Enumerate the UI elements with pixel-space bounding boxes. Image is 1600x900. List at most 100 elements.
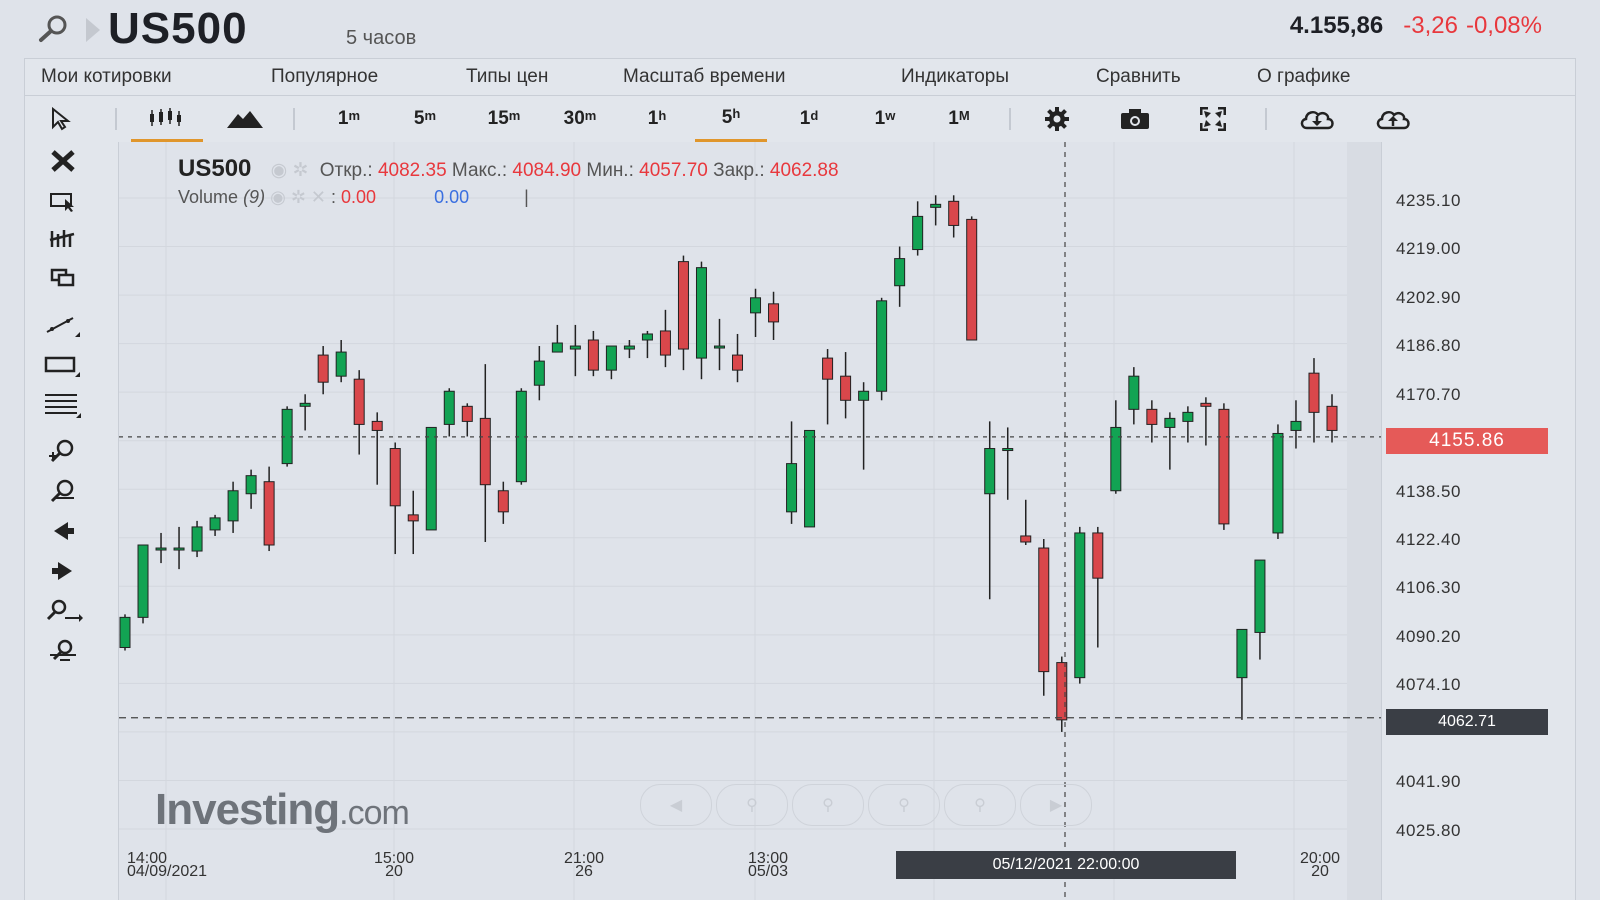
rectangle-icon xyxy=(44,356,80,377)
menu-my-quotes[interactable]: Мои котировки xyxy=(41,66,172,88)
candle-body xyxy=(1002,448,1014,452)
toolbar-divider xyxy=(1265,108,1267,130)
interval-1M-button[interactable]: 1M xyxy=(931,96,987,142)
scroll-left-button[interactable] xyxy=(43,516,83,546)
search-icon[interactable] xyxy=(36,14,70,44)
interval-1h-button[interactable]: 1h xyxy=(629,96,685,142)
nav-scroll-left-button[interactable]: ◀ xyxy=(640,784,712,826)
trend-tools-button[interactable] xyxy=(43,224,83,254)
open-value: 4082.35 xyxy=(377,160,447,181)
scroll-right-button[interactable] xyxy=(43,556,83,586)
nav-zoom-out-button[interactable]: ⚲ xyxy=(792,784,864,826)
interval-5h-button[interactable]: 5h xyxy=(695,96,767,142)
nav-scroll-right-button[interactable]: ▶ xyxy=(1020,784,1092,826)
area-chart-icon xyxy=(227,111,263,128)
interval-1d-button[interactable]: 1d xyxy=(781,96,837,142)
candle-body xyxy=(786,463,798,513)
area-chart-button[interactable] xyxy=(221,96,269,142)
settings-button[interactable] xyxy=(1035,96,1079,142)
eye-icon[interactable]: ◉ xyxy=(271,160,288,181)
interval-1M-num: 1 xyxy=(948,108,959,129)
chart-toolbar: 1m 5m 15 m 30 m 1h 5h 1d 1w 1M xyxy=(24,96,1576,142)
interval-5m-button[interactable]: 5m xyxy=(397,96,453,142)
candle-body xyxy=(1200,402,1212,407)
candle-body xyxy=(569,345,581,350)
interval-15m-num: 15 xyxy=(487,108,509,129)
menu-indicators[interactable]: Индикаторы xyxy=(901,66,1009,88)
candle-body xyxy=(912,215,924,251)
close-icon[interactable]: ✕ xyxy=(311,187,326,207)
low-label: Мин.: xyxy=(586,160,634,181)
line-tool-icon xyxy=(46,317,80,337)
candle-body xyxy=(317,354,329,383)
interval-5m-num: 5 xyxy=(413,108,425,129)
low-value: 4057.70 xyxy=(639,160,708,181)
interval-1d-num: 1 xyxy=(799,108,811,129)
menu-time-scale[interactable]: Масштаб времени xyxy=(623,66,786,88)
candle-body xyxy=(822,357,834,380)
rectangle-tool-button[interactable] xyxy=(43,350,83,380)
line-tool-button[interactable] xyxy=(43,310,83,340)
candle-body xyxy=(173,547,185,551)
crosshair-date-tag: 05/12/2021 22:00:00 xyxy=(896,851,1236,879)
screenshot-button[interactable] xyxy=(1113,96,1157,142)
arrow-left-icon: ◀ xyxy=(669,797,683,814)
candle-body xyxy=(1290,420,1302,431)
interval-30m-button[interactable]: 30 m xyxy=(549,96,611,142)
reset-zoom-button[interactable] xyxy=(43,636,83,666)
layers-icon xyxy=(50,268,75,287)
candle-body xyxy=(966,218,978,341)
toolbar-divider xyxy=(115,108,117,130)
interval-15m-button[interactable]: 15 m xyxy=(473,96,535,142)
download-button[interactable] xyxy=(1295,96,1339,142)
chart-menu: Мои котировки Популярное Типы цен Масшта… xyxy=(24,58,1576,96)
future-area xyxy=(1347,142,1381,900)
nav-zoom-in-button[interactable]: ⚲ xyxy=(716,784,788,826)
candlestick-chart-button[interactable] xyxy=(131,96,203,142)
nav-zoom-expand-button[interactable]: ⚲ xyxy=(868,784,940,826)
gear-icon[interactable]: ✲ xyxy=(291,187,306,207)
menu-compare[interactable]: Сравнить xyxy=(1096,66,1181,88)
candle-body xyxy=(209,517,221,531)
remove-drawings-button[interactable] xyxy=(43,146,83,176)
candle-body xyxy=(750,297,762,314)
time-tick: 20:00 20 xyxy=(1299,850,1341,880)
upload-button[interactable] xyxy=(1371,96,1415,142)
interval-1m-unit: m xyxy=(348,107,361,123)
close-label: Закр.: xyxy=(713,160,765,181)
gear-icon xyxy=(1045,107,1069,131)
volume-param: (9) xyxy=(243,187,266,207)
crosshair-price-tag: 4062.71 xyxy=(1386,709,1548,735)
gear-icon[interactable]: ✲ xyxy=(293,160,309,181)
fibonacci-tool-button[interactable] xyxy=(43,390,83,420)
zoom-in-button[interactable] xyxy=(43,436,83,466)
expand-arrow-icon[interactable] xyxy=(84,16,102,44)
candles-icon xyxy=(150,107,181,126)
candle-body xyxy=(1056,662,1068,721)
zoom-out-button[interactable] xyxy=(43,476,83,506)
cursor-tool-button[interactable] xyxy=(43,96,77,142)
candle-body xyxy=(497,490,509,513)
high-label: Макс.: xyxy=(451,160,508,181)
menu-price-types[interactable]: Типы цен xyxy=(466,66,548,88)
layers-button[interactable] xyxy=(43,262,83,292)
menu-popular[interactable]: Популярное xyxy=(271,66,378,88)
time-tick: 15:00 20 xyxy=(373,850,415,880)
candle-body xyxy=(299,402,311,407)
volume-value-b: 0.00 xyxy=(434,187,470,207)
price-tick: 4122.40 xyxy=(1396,530,1461,549)
interval-1m-button[interactable]: 1m xyxy=(321,96,377,142)
select-drawing-button[interactable] xyxy=(43,186,83,216)
candle-body xyxy=(641,333,653,341)
interval-5m-unit: m xyxy=(424,107,437,123)
menu-about-chart[interactable]: О графике xyxy=(1257,66,1350,88)
price-tick: 4219.00 xyxy=(1396,239,1461,258)
fullscreen-button[interactable] xyxy=(1191,96,1235,142)
interval-1w-button[interactable]: 1w xyxy=(857,96,913,142)
price-axis[interactable]: 4235.10 4219.00 4202.90 4186.80 4170.70 … xyxy=(1381,142,1576,900)
candle-body xyxy=(858,390,870,401)
candle-body xyxy=(479,417,491,486)
nav-zoom-reset-button[interactable]: ⚲ xyxy=(944,784,1016,826)
zoom-in-time-button[interactable] xyxy=(43,596,83,626)
eye-icon[interactable]: ◉ xyxy=(270,187,286,207)
